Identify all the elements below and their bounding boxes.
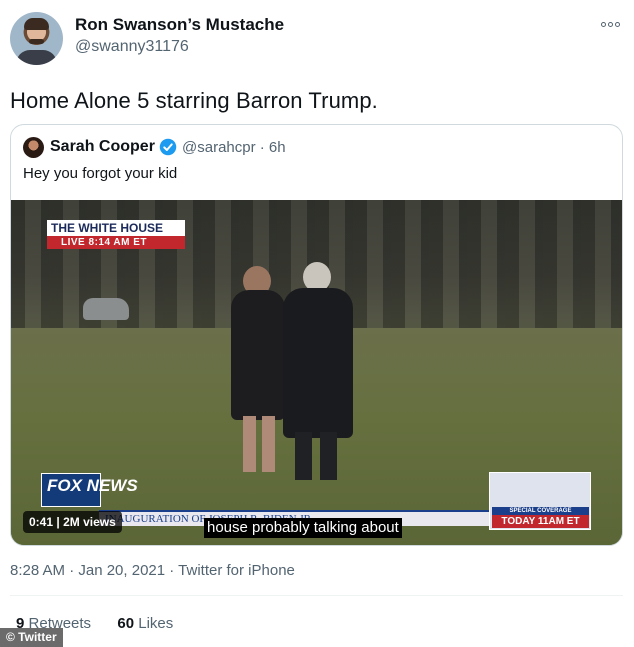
video-caption: house probably talking about [204,518,402,538]
quoted-author-avatar[interactable] [23,137,44,158]
quoted-author-meta[interactable]: @sarahcpr · 6h [182,139,286,156]
person-coat [283,288,353,438]
divider [10,595,623,596]
likes-count: 60 [117,615,135,632]
more-dots-icon[interactable] [601,19,623,29]
dot [615,21,620,27]
person-legs [243,416,275,472]
network-logo: FOX NEWS [41,473,138,507]
tweet-card: Ron Swanson’s Mustache @swanny31176 Home… [0,0,634,647]
video-duration: 0:41 [29,515,54,529]
banner-title: THE WHITE HOUSE [47,220,185,236]
dot [608,21,613,27]
likes-stat[interactable]: 60 Likes [117,615,173,632]
likes-label: Likes [138,615,174,632]
author-handle[interactable]: @swanny31176 [75,38,189,56]
avatar-suit [16,50,57,65]
dot [601,21,606,27]
special-coverage-label: SPECIAL COVERAGE [492,507,589,515]
special-coverage-box: SPECIAL COVERAGE TODAY 11AM ET [489,472,591,530]
avatar-mustache [29,39,44,44]
news-location-banner: THE WHITE HOUSE LIVE 8:14 AM ET [47,220,185,250]
banner-live-time: LIVE 8:14 AM ET [47,236,185,249]
network-logo-text: FOX NEWS [47,476,138,495]
person-legs [295,432,337,480]
video-player[interactable]: THE WHITE HOUSE LIVE 8:14 AM ET FOX NEWS… [11,200,622,545]
quoted-tweet-text: Hey you forgot your kid [23,165,178,182]
video-background-car [83,298,129,320]
person-coat [231,290,285,420]
quoted-tweet[interactable]: Sarah Cooper @sarahcpr · 6h Hey you forg… [10,124,623,546]
author-avatar[interactable] [10,12,63,65]
author-display-name[interactable]: Ron Swanson’s Mustache [75,15,284,35]
verified-badge-icon [159,138,177,156]
tweet-timestamp[interactable]: 8:28 AM · Jan 20, 2021 · Twitter for iPh… [10,562,295,579]
video-person-right [279,262,355,482]
quoted-author-name[interactable]: Sarah Cooper [50,138,155,156]
avatar-hair [24,18,49,30]
video-views: 2M views [63,515,116,529]
video-duration-views-badge: 0:41 | 2M views [23,511,122,533]
source-watermark: © Twitter [0,628,63,647]
tweet-text: Home Alone 5 starring Barron Trump. [10,88,378,113]
special-coverage-time: TODAY 11AM ET [492,515,589,528]
